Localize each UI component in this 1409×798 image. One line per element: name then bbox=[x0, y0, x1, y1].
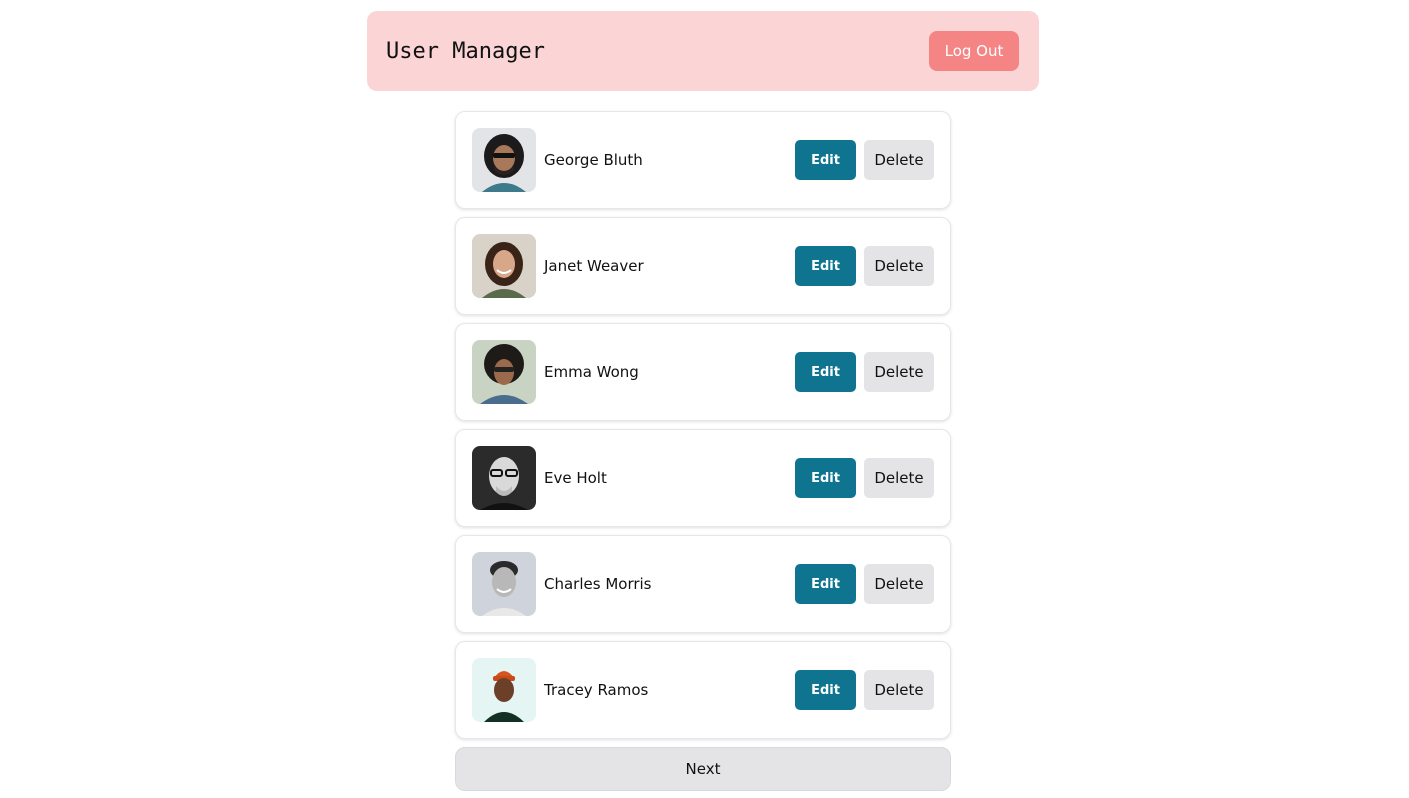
user-card: Charles Morris Edit Delete bbox=[455, 535, 951, 633]
logout-button[interactable]: Log Out bbox=[929, 31, 1019, 71]
delete-button[interactable]: Delete bbox=[864, 246, 934, 286]
user-card: Eve Holt Edit Delete bbox=[455, 429, 951, 527]
avatar bbox=[472, 128, 536, 192]
edit-button[interactable]: Edit bbox=[795, 564, 856, 604]
user-card: George Bluth Edit Delete bbox=[455, 111, 951, 209]
user-card: Tracey Ramos Edit Delete bbox=[455, 641, 951, 739]
user-card: Janet Weaver Edit Delete bbox=[455, 217, 951, 315]
avatar bbox=[472, 658, 536, 722]
edit-button[interactable]: Edit bbox=[795, 670, 856, 710]
delete-button[interactable]: Delete bbox=[864, 458, 934, 498]
user-name: Janet Weaver bbox=[544, 257, 644, 275]
delete-button[interactable]: Delete bbox=[864, 670, 934, 710]
delete-button[interactable]: Delete bbox=[864, 140, 934, 180]
user-list: George Bluth Edit Delete Janet Weaver Ed… bbox=[455, 111, 951, 747]
user-card: Emma Wong Edit Delete bbox=[455, 323, 951, 421]
avatar bbox=[472, 234, 536, 298]
delete-button[interactable]: Delete bbox=[864, 564, 934, 604]
user-name: George Bluth bbox=[544, 151, 643, 169]
page-title: User Manager bbox=[386, 38, 545, 64]
avatar bbox=[472, 552, 536, 616]
avatar bbox=[472, 446, 536, 510]
edit-button[interactable]: Edit bbox=[795, 458, 856, 498]
edit-button[interactable]: Edit bbox=[795, 140, 856, 180]
delete-button[interactable]: Delete bbox=[864, 352, 934, 392]
edit-button[interactable]: Edit bbox=[795, 352, 856, 392]
next-page-button[interactable]: Next bbox=[455, 747, 951, 791]
user-name: Charles Morris bbox=[544, 575, 652, 593]
user-name: Tracey Ramos bbox=[544, 681, 649, 699]
edit-button[interactable]: Edit bbox=[795, 246, 856, 286]
app-header: User Manager Log Out bbox=[367, 11, 1039, 91]
user-name: Eve Holt bbox=[544, 469, 607, 487]
avatar bbox=[472, 340, 536, 404]
user-name: Emma Wong bbox=[544, 363, 639, 381]
